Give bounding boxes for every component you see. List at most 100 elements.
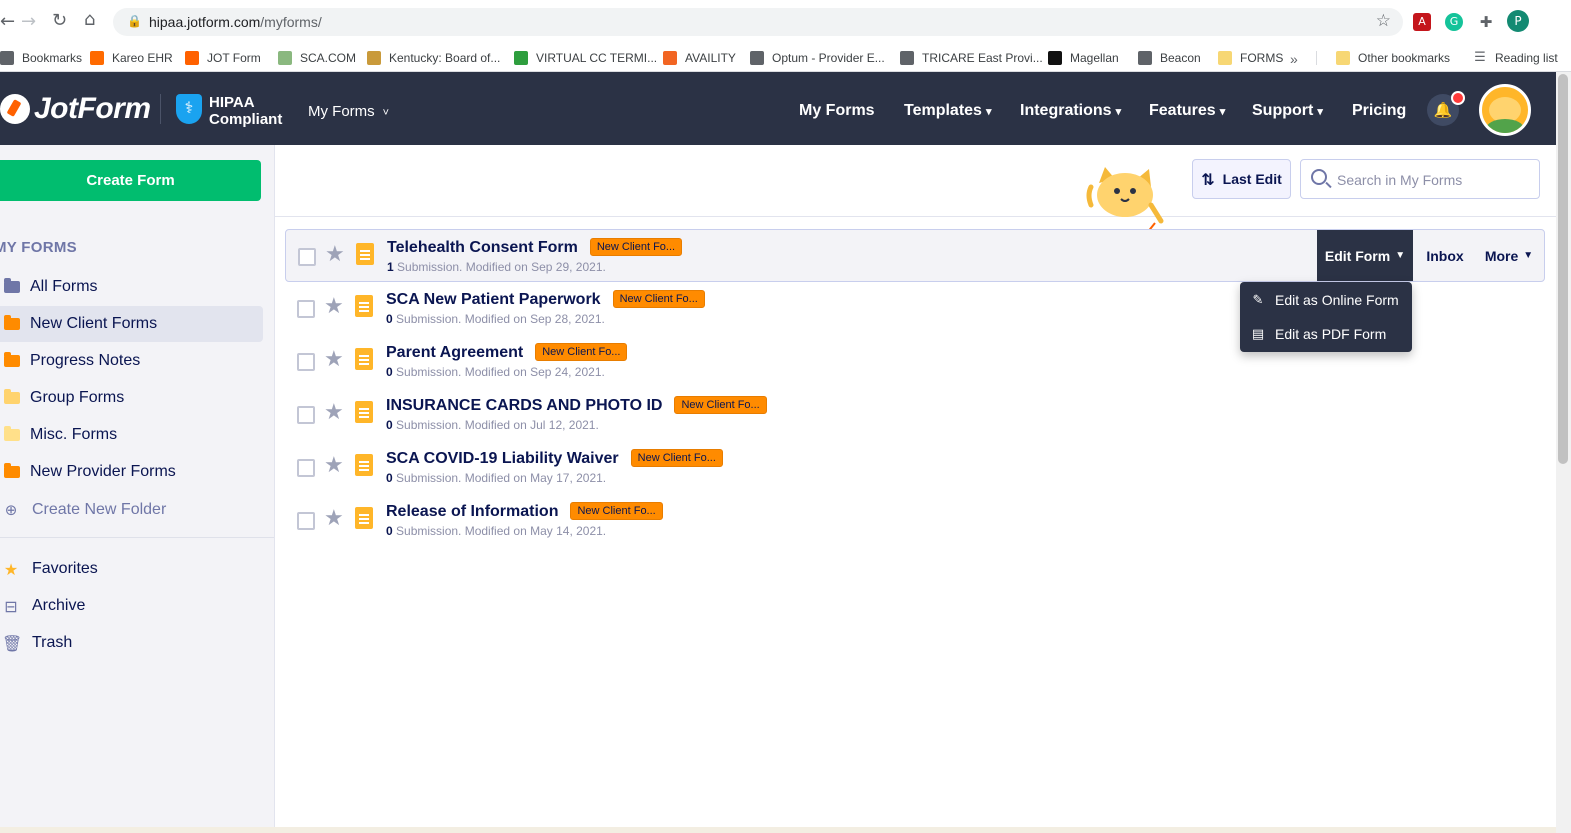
page-scrollbar[interactable]: [1556, 72, 1571, 833]
form-title[interactable]: Telehealth Consent Form New Client Fo...: [387, 238, 683, 257]
sidebar: Create Form MY FORMS All Forms New Client…: [0, 145, 275, 833]
nav-item[interactable]: Features ▾: [1149, 102, 1225, 120]
row-checkbox[interactable]: [297, 406, 315, 424]
inbox-button[interactable]: Inbox: [1416, 230, 1474, 281]
archive-icon: ⊟: [4, 596, 18, 616]
kentucky-icon: [367, 51, 381, 65]
bookmark-item[interactable]: VIRTUAL CC TERMI...: [514, 51, 657, 65]
sidebar-star[interactable]: ★ Favorites: [0, 551, 263, 587]
notification-badge: [1451, 91, 1465, 105]
bookmark-item[interactable]: JOT Form: [185, 51, 261, 65]
edit-as-pdf-form[interactable]: ▤ Edit as PDF Form: [1240, 317, 1412, 351]
home-icon[interactable]: ⌂: [84, 9, 95, 30]
form-title[interactable]: Parent Agreement New Client Fo...: [386, 343, 628, 362]
bookmark-item[interactable]: TRICARE East Provi...: [900, 51, 1043, 65]
folder-icon: [1218, 51, 1232, 65]
sidebar-divider: [0, 537, 274, 538]
folder-tag[interactable]: New Client Fo...: [674, 396, 767, 414]
pdf-extension-icon[interactable]: A: [1413, 13, 1431, 31]
bookmarks-overflow[interactable]: »: [1290, 51, 1298, 67]
star-icon[interactable]: ★: [324, 400, 344, 425]
row-checkbox[interactable]: [297, 512, 315, 530]
user-avatar[interactable]: [1479, 84, 1531, 136]
bottom-strip: [0, 827, 1556, 833]
bookmark-item[interactable]: FORMS: [1218, 51, 1283, 65]
my-forms-dropdown[interactable]: My Forms ˅: [308, 103, 389, 120]
bookmark-item[interactable]: SCA.COM: [278, 51, 356, 65]
bookmarks-bar: » Other bookmarks ☰ Reading list Bookmark…: [0, 44, 1571, 72]
form-title[interactable]: INSURANCE CARDS AND PHOTO ID New Client F…: [386, 396, 767, 415]
bookmark-item[interactable]: Optum - Provider E...: [750, 51, 885, 65]
row-checkbox[interactable]: [298, 248, 316, 266]
star-icon[interactable]: ★: [324, 506, 344, 531]
folder-tag[interactable]: New Client Fo...: [589, 238, 683, 256]
bookmark-star-icon[interactable]: ☆: [1376, 11, 1391, 31]
more-button[interactable]: More ▼: [1476, 230, 1542, 281]
search-input[interactable]: [1337, 169, 1533, 191]
form-row[interactable]: ★ Telehealth Consent Form New Client Fo...…: [285, 229, 1545, 282]
nav-item[interactable]: Integrations ▾: [1020, 102, 1121, 120]
nav-item[interactable]: Support ▾: [1252, 102, 1323, 120]
sidebar-folder[interactable]: Progress Notes: [0, 343, 263, 379]
browser-chrome: ← → ↻ ⌂ 🔒 hipaa.jotform.com/myforms/ ☆ A…: [0, 0, 1571, 72]
bookmark-item[interactable]: Kentucky: Board of...: [367, 51, 500, 65]
other-bookmarks[interactable]: Other bookmarks: [1336, 51, 1450, 65]
forms-toolbar: ⇅ Last Edit: [275, 145, 1556, 217]
sidebar-trash[interactable]: 🗑 Trash: [0, 625, 263, 661]
grammarly-extension-icon[interactable]: G: [1445, 13, 1463, 31]
bookmark-item[interactable]: Kareo EHR: [90, 51, 173, 65]
forward-icon[interactable]: →: [21, 11, 36, 32]
bookmark-item[interactable]: Magellan: [1048, 51, 1119, 65]
nav-item[interactable]: My Forms: [799, 102, 875, 120]
nav-item[interactable]: Templates ▾: [904, 102, 991, 120]
row-checkbox[interactable]: [297, 300, 315, 318]
row-checkbox[interactable]: [297, 459, 315, 477]
create-new-folder[interactable]: ⊕ Create New Folder: [0, 492, 263, 528]
sidebar-folder[interactable]: New Client Forms: [0, 306, 263, 342]
reload-icon[interactable]: ↻: [52, 10, 67, 31]
nav-item[interactable]: Pricing: [1352, 102, 1406, 120]
form-row[interactable]: ★ Release of Information New Client Fo... 0…: [285, 494, 1545, 547]
bookmarks-divider: [1316, 51, 1317, 65]
star-icon[interactable]: ★: [324, 294, 344, 319]
star-icon[interactable]: ★: [324, 453, 344, 478]
form-document-icon: [355, 454, 373, 476]
scrollbar-thumb[interactable]: [1558, 74, 1568, 464]
bookmark-item[interactable]: AVAILITY: [663, 51, 736, 65]
plus-circle-icon: ⊕: [4, 501, 18, 519]
sidebar-folder[interactable]: New Provider Forms: [0, 454, 263, 490]
row-checkbox[interactable]: [297, 353, 315, 371]
globe-icon: [900, 51, 914, 65]
folder-tag[interactable]: New Client Fo...: [535, 343, 628, 361]
edit-as-online-form[interactable]: ✎ Edit as Online Form: [1240, 283, 1412, 317]
form-row[interactable]: ★ SCA COVID-19 Liability Waiver New Client…: [285, 441, 1545, 494]
folder-tag[interactable]: New Client Fo...: [612, 290, 705, 308]
reading-list[interactable]: ☰ Reading list: [1473, 51, 1558, 66]
folder-tag[interactable]: New Client Fo...: [570, 502, 663, 520]
star-icon[interactable]: ★: [324, 347, 344, 372]
address-bar[interactable]: 🔒 hipaa.jotform.com/myforms/ ☆: [113, 8, 1403, 36]
form-meta: 0 Submission. Modified on May 14, 2021.: [386, 524, 607, 538]
sidebar-archive[interactable]: ⊟ Archive: [0, 588, 263, 624]
form-row[interactable]: ★ INSURANCE CARDS AND PHOTO ID New Client …: [285, 388, 1545, 441]
sidebar-folder[interactable]: All Forms: [0, 269, 263, 305]
profile-avatar[interactable]: P: [1507, 10, 1529, 32]
sidebar-folder[interactable]: Group Forms: [0, 380, 263, 416]
puzzle-extensions-icon[interactable]: ✚: [1477, 13, 1495, 31]
form-title[interactable]: SCA New Patient Paperwork New Client Fo..…: [386, 290, 705, 309]
edit-form-button[interactable]: Edit Form ▼: [1317, 230, 1413, 281]
sort-last-edit-button[interactable]: ⇅ Last Edit: [1192, 159, 1291, 199]
folder-tag[interactable]: New Client Fo...: [630, 449, 723, 467]
back-icon[interactable]: ←: [0, 11, 15, 32]
sidebar-folder[interactable]: Misc. Forms: [0, 417, 263, 453]
star-icon[interactable]: ★: [325, 242, 345, 267]
bookmark-item[interactable]: Bookmarks: [0, 51, 82, 65]
form-meta: 0 Submission. Modified on Sep 24, 2021.: [386, 365, 605, 379]
form-title[interactable]: SCA COVID-19 Liability Waiver New Client …: [386, 449, 723, 468]
folder-icon: [4, 278, 20, 293]
create-form-button[interactable]: Create Form: [0, 160, 261, 201]
form-title[interactable]: Release of Information New Client Fo...: [386, 502, 663, 521]
jotform-logo[interactable]: JotForm: [0, 92, 151, 126]
clover-icon: [514, 51, 528, 65]
bookmark-item[interactable]: Beacon: [1138, 51, 1201, 65]
